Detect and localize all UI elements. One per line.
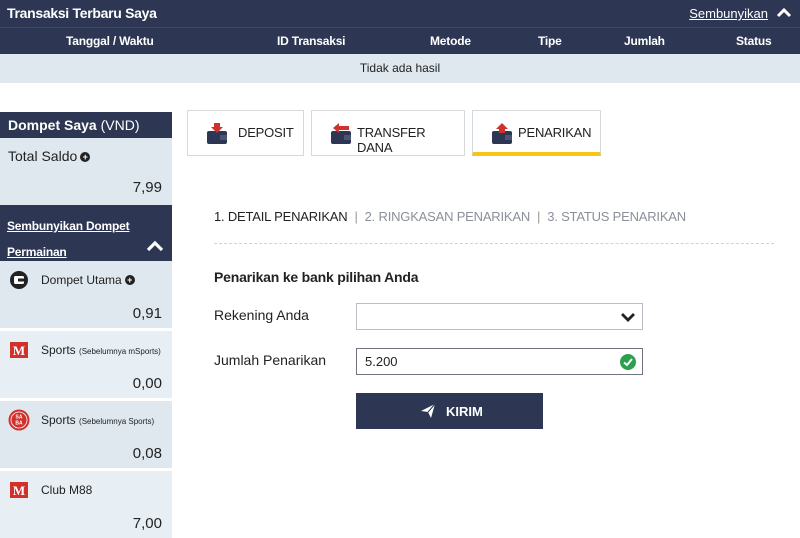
transactions-column-headers: Tanggal / Waktu ID Transaksi Metode Tipe… <box>0 27 800 54</box>
check-circle-icon <box>620 354 636 370</box>
wallet-item-value: 0,08 <box>132 445 162 462</box>
step-separator: | <box>537 209 541 224</box>
wallet-item-main: Dompet Utama + 0,91 <box>0 261 172 329</box>
column-status: Status <box>736 34 772 48</box>
wallet-item-value: 0,00 <box>132 375 162 392</box>
transactions-header: Transaksi Terbaru Saya Sembunyikan <box>0 0 800 27</box>
wallet-sidebar: Dompet Saya (VND) Total Saldo + 7,99 Semb… <box>0 112 172 538</box>
withdrawal-panel: 1. DETAIL PENARIKAN | 2. RINGKASAN PENARIK… <box>187 167 800 538</box>
plus-icon[interactable]: + <box>124 275 135 285</box>
wallet-item-name: Dompet Utama + <box>41 273 135 287</box>
wallet-item-name-text: Sports <box>41 343 76 357</box>
wallet-item-sports-saba: SA BA Sports (Sebelumnya Sports) 0,08 <box>0 401 172 469</box>
tab-withdraw[interactable]: PENARIKAN <box>472 110 601 156</box>
chevron-down-icon <box>621 313 635 322</box>
total-balance-box: Total Saldo + 7,99 <box>0 138 172 205</box>
total-balance-value: 7,99 <box>132 179 162 196</box>
column-method: Metode <box>430 34 471 48</box>
wallet-item-club-m88: M Club M88 7,00 <box>0 471 172 538</box>
transactions-title: Transaksi Terbaru Saya <box>7 5 157 21</box>
step-detail: 1. DETAIL PENARIKAN <box>214 209 348 224</box>
column-transaction-id: ID Transaksi <box>277 34 346 48</box>
wallet-icon <box>10 271 28 289</box>
send-icon <box>421 403 436 418</box>
wallet-item-value: 0,91 <box>132 305 162 322</box>
tab-deposit[interactable]: DEPOSIT <box>187 110 304 156</box>
steps-divider <box>214 243 774 244</box>
submit-label: KIRIM <box>446 404 483 419</box>
section-title: Penarikan ke bank pilihan Anda <box>214 269 419 285</box>
wallet-item-name: Sports (Sebelumnya Sports) <box>41 413 154 427</box>
wallet-item-name: Sports (Sebelumnya mSports) <box>41 343 161 357</box>
tab-withdraw-label: PENARIKAN <box>518 125 592 140</box>
wallet-item-sports-m: M Sports (Sebelumnya mSports) 0,00 <box>0 331 172 399</box>
transfer-wallet-icon <box>331 123 351 144</box>
withdraw-wallet-icon <box>492 123 512 144</box>
svg-text:BA: BA <box>15 421 23 427</box>
column-date: Tanggal / Waktu <box>66 34 154 48</box>
game-wallet-toggle[interactable]: Sembunyikan Dompet Permainan <box>0 205 172 261</box>
withdrawal-steps: 1. DETAIL PENARIKAN | 2. RINGKASAN PENARIK… <box>214 209 686 224</box>
chevron-up-icon[interactable] <box>776 6 792 20</box>
plus-icon[interactable]: + <box>80 152 91 162</box>
wallet-currency: (VND) <box>100 117 140 133</box>
saba-logo-icon: SA BA <box>8 409 30 431</box>
transactions-empty-message: Tidak ada hasil <box>0 54 800 83</box>
amount-label: Jumlah Penarikan <box>214 352 327 368</box>
total-balance-text: Total Saldo <box>8 148 78 164</box>
deposit-wallet-icon <box>207 123 227 144</box>
step-separator: | <box>354 209 358 224</box>
m88-logo-icon: M <box>10 482 28 498</box>
amount-input[interactable] <box>365 354 605 369</box>
wallet-item-subtitle: (Sebelumnya mSports) <box>79 347 161 356</box>
tab-transfer-label: TRANSFER DANA <box>357 125 426 155</box>
svg-text:M: M <box>13 343 25 358</box>
wallet-title: Dompet Saya <box>8 117 97 133</box>
hide-transactions-link[interactable]: Sembunyikan <box>689 6 768 21</box>
total-balance-label: Total Saldo + <box>8 148 91 164</box>
tab-transfer[interactable]: TRANSFER DANA <box>311 110 465 156</box>
submit-button[interactable]: KIRIM <box>356 393 543 429</box>
wallet-item-name: Club M88 <box>41 483 93 497</box>
column-type: Tipe <box>538 34 562 48</box>
step-summary: 2. RINGKASAN PENARIKAN <box>364 209 531 224</box>
account-label: Rekening Anda <box>214 307 309 323</box>
tab-deposit-label: DEPOSIT <box>238 125 294 140</box>
wallet-item-name-text: Sports <box>41 413 76 427</box>
column-amount: Jumlah <box>624 34 665 48</box>
account-select[interactable] <box>356 303 643 330</box>
m88-logo-icon: M <box>10 342 28 358</box>
wallet-item-name-text: Dompet Utama <box>41 273 122 287</box>
step-status: 3. STATUS PENARIKAN <box>547 209 686 224</box>
svg-text:M: M <box>13 483 25 498</box>
hide-game-wallet-link[interactable]: Sembunyikan Dompet Permainan <box>7 213 137 265</box>
chevron-up-icon[interactable] <box>146 239 164 253</box>
wallet-item-value: 7,00 <box>132 515 162 532</box>
wallet-header: Dompet Saya (VND) <box>0 112 172 138</box>
amount-field[interactable] <box>356 348 643 375</box>
wallet-item-subtitle: (Sebelumnya Sports) <box>79 417 155 426</box>
